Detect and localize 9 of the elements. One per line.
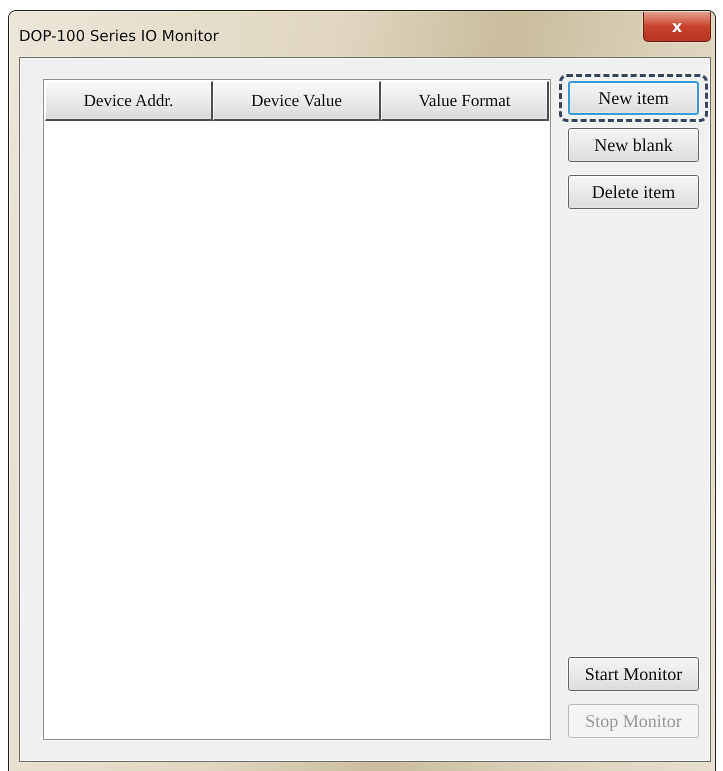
column-header[interactable]: Device Addr.	[45, 81, 213, 121]
window-title: DOP-100 Series IO Monitor	[19, 27, 219, 45]
column-header[interactable]: Value Format	[381, 81, 549, 121]
close-button[interactable]: x	[643, 12, 711, 42]
action-button[interactable]: New item	[568, 81, 699, 115]
action-button[interactable]: Start Monitor	[568, 657, 699, 691]
action-button[interactable]: Delete item	[568, 175, 699, 209]
column-header[interactable]: Device Value	[213, 81, 381, 121]
action-button[interactable]: New blank	[568, 128, 699, 162]
